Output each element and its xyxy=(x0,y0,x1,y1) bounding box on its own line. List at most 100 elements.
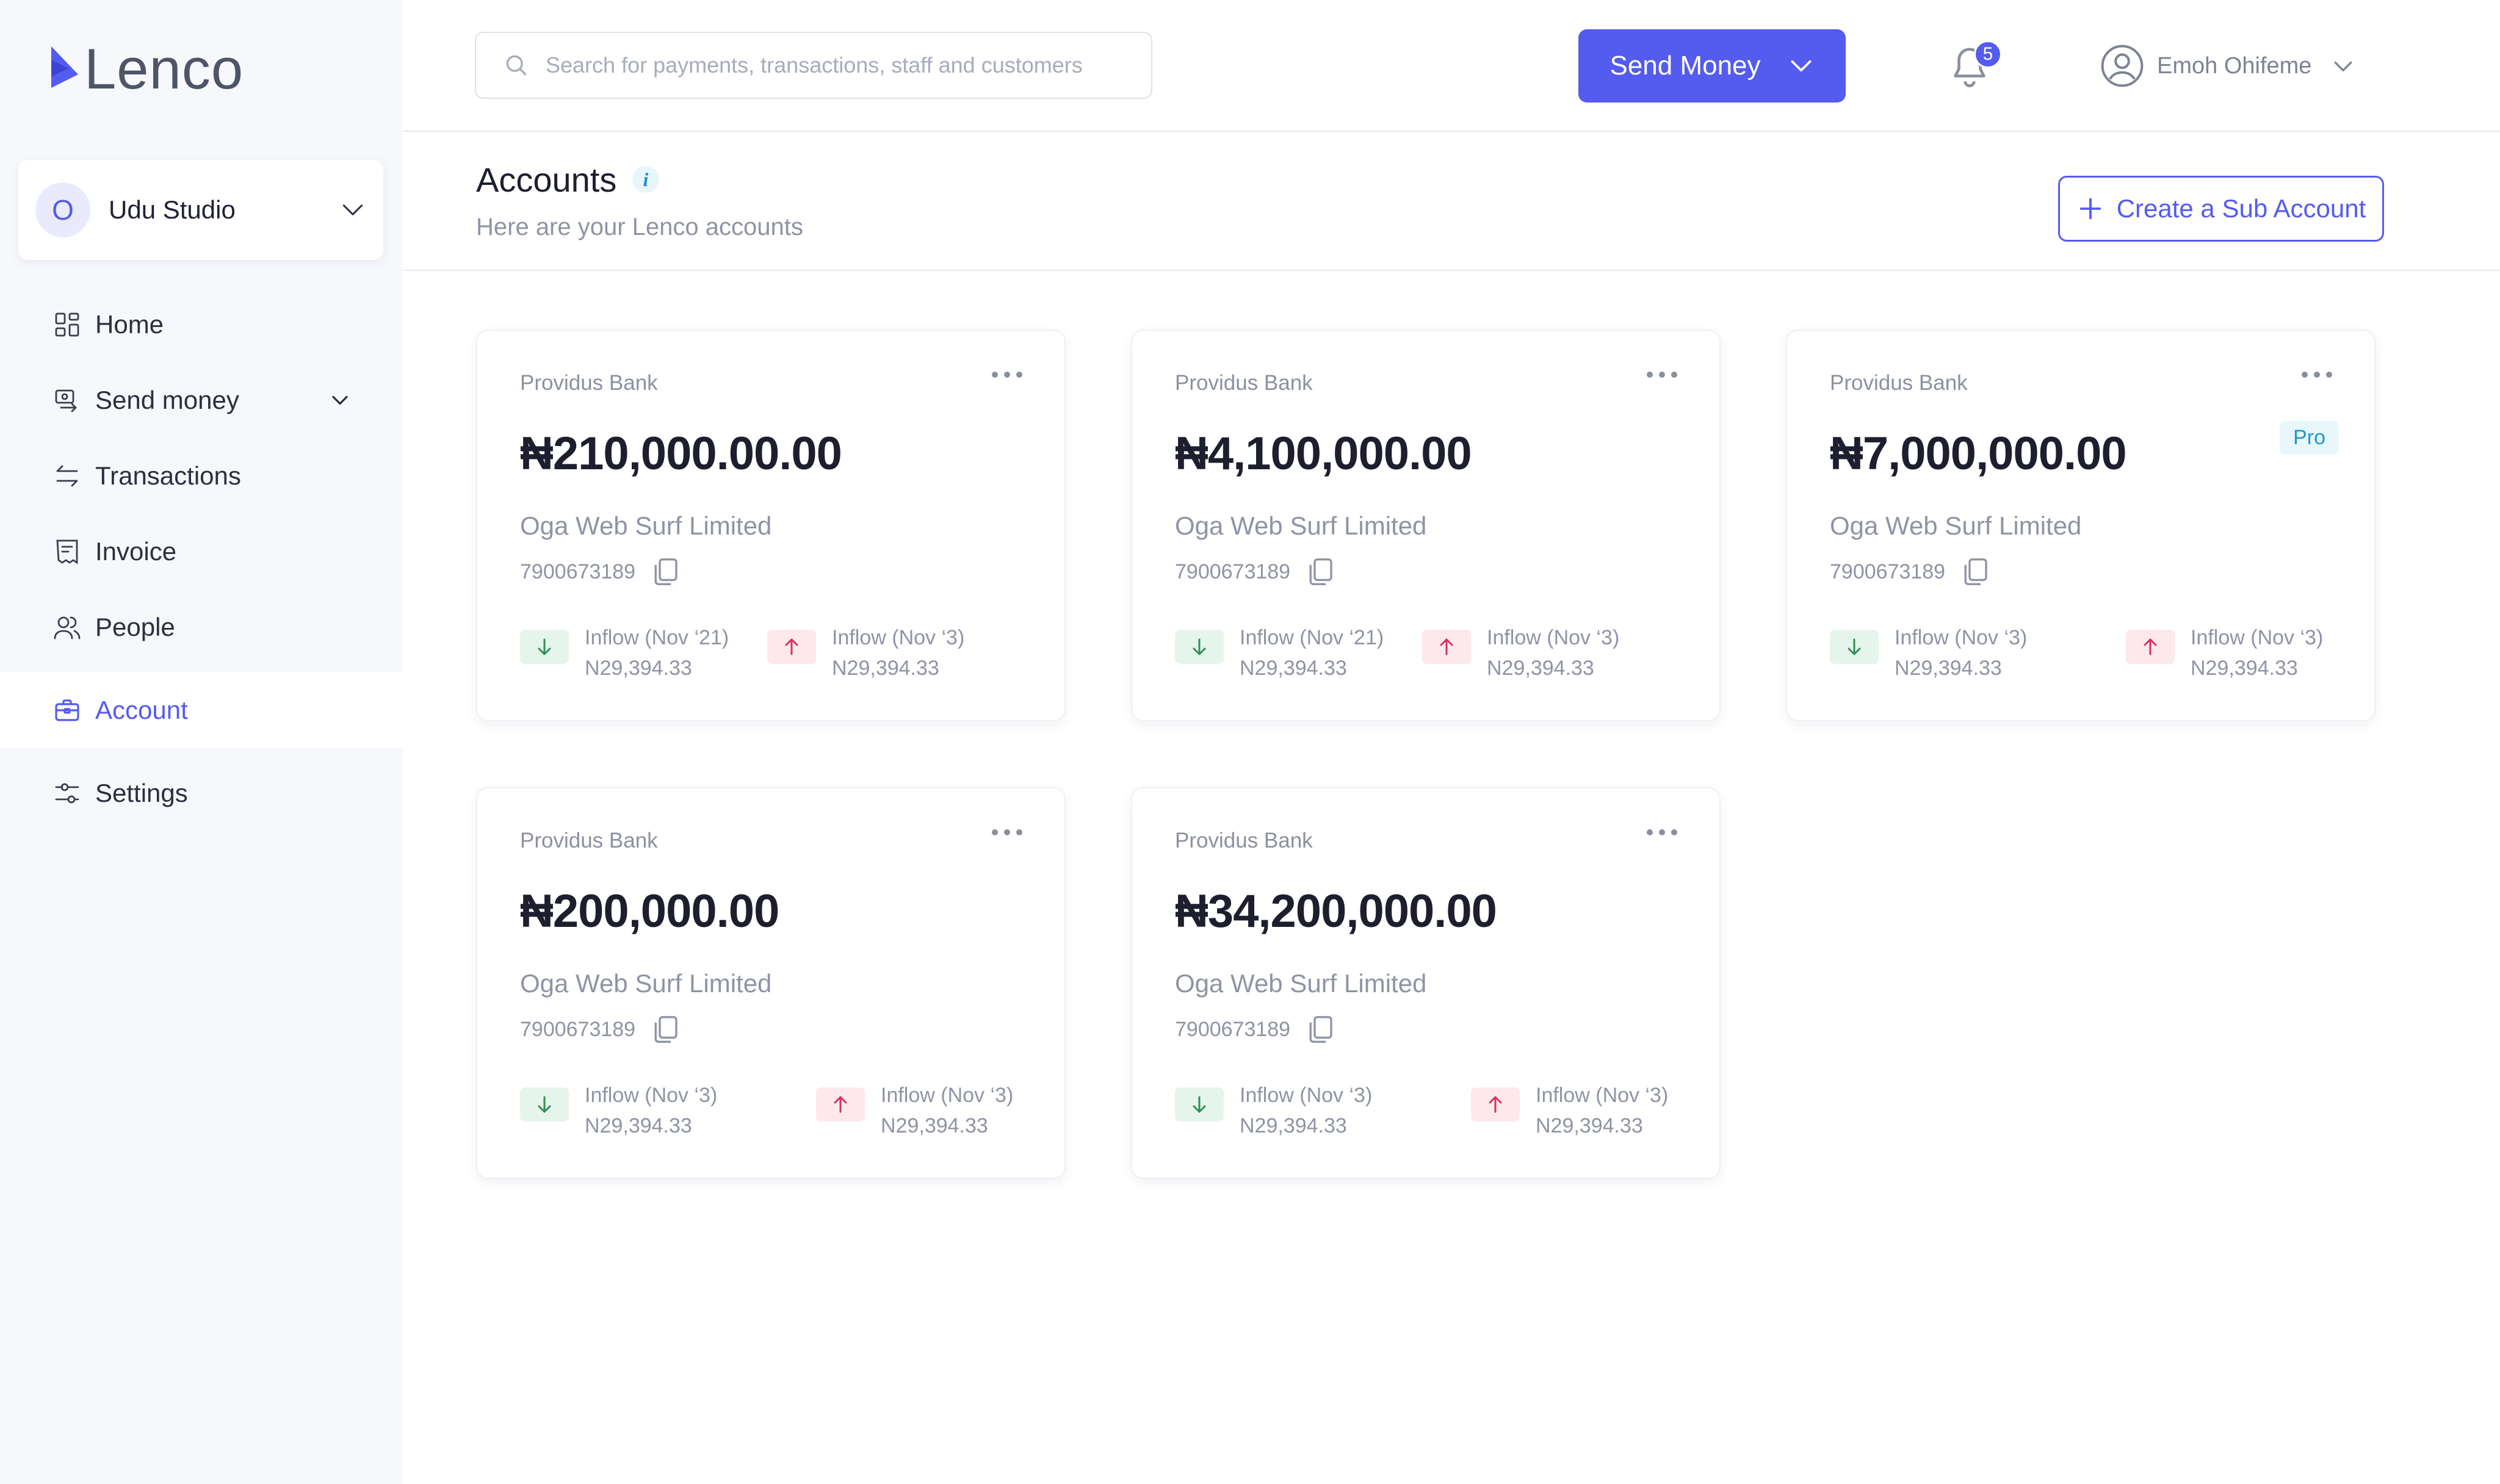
arrow-down-icon xyxy=(1193,638,1206,655)
inflow-label: Inflow (Nov ‘3) xyxy=(1240,1084,1373,1107)
inflow-stat: Inflow (Nov ‘21) N29,394.33 xyxy=(1175,622,1384,683)
lenco-logo-icon xyxy=(51,46,78,88)
arrow-up-icon xyxy=(834,1096,847,1113)
bank-name: Providus Bank xyxy=(1175,829,1313,852)
account-card[interactable]: Providus Bank ₦7,000,000.00 Pro Oga Web … xyxy=(1786,330,2375,721)
outflow-badge xyxy=(816,1087,865,1122)
sidebar-item-home[interactable]: Home xyxy=(0,287,403,362)
copy-icon[interactable] xyxy=(1959,555,1992,588)
outflow-label: Inflow (Nov ‘3) xyxy=(2191,626,2324,649)
inflow-stat: Inflow (Nov ‘21) N29,394.33 xyxy=(520,622,729,683)
outflow-badge xyxy=(2126,630,2175,664)
inflow-badge xyxy=(520,1087,569,1122)
chevron-down-icon xyxy=(342,204,363,215)
inflow-stat: Inflow (Nov ‘3) N29,394.33 xyxy=(1830,622,2027,683)
account-number-row: 7900673189 xyxy=(520,1013,682,1046)
sidebar: Lenco O Udu Studio Home Send money Trans… xyxy=(0,0,403,1484)
copy-icon[interactable] xyxy=(649,1013,682,1046)
more-options-icon[interactable] xyxy=(2299,366,2335,383)
account-number: 7900673189 xyxy=(1175,1017,1291,1041)
account-number-row: 7900673189 xyxy=(1830,555,1992,588)
account-card[interactable]: Providus Bank ₦200,000.00 Oga Web Surf L… xyxy=(476,787,1066,1179)
create-sub-account-button[interactable]: Create a Sub Account xyxy=(2058,176,2384,242)
page-subtitle: Here are your Lenco accounts xyxy=(476,214,803,240)
sidebar-item-transactions[interactable]: Transactions xyxy=(0,438,403,514)
copy-icon[interactable] xyxy=(1304,1013,1337,1046)
sidebar-item-send-money[interactable]: Send money xyxy=(0,362,403,438)
account-card[interactable]: Providus Bank ₦34,200,000.00 Oga Web Sur… xyxy=(1131,787,1721,1179)
more-options-icon[interactable] xyxy=(989,824,1025,841)
account-holder: Oga Web Surf Limited xyxy=(1175,511,1427,540)
copy-icon[interactable] xyxy=(1304,555,1337,588)
user-menu[interactable]: Emoh Ohifeme xyxy=(2100,39,2357,93)
inflow-value: N29,394.33 xyxy=(1895,657,2002,680)
lenco-logo[interactable]: Lenco xyxy=(50,40,244,98)
arrow-down-icon xyxy=(538,638,551,655)
account-balance: ₦200,000.00 xyxy=(520,885,779,937)
account-balance: ₦4,100,000.00 xyxy=(1175,428,1472,480)
account-balance: ₦7,000,000.00 xyxy=(1830,428,2127,480)
copy-icon[interactable] xyxy=(649,555,682,588)
account-number-row: 7900673189 xyxy=(1175,555,1337,588)
send-money-button[interactable]: Send Money xyxy=(1578,29,1846,103)
create-sub-account-label: Create a Sub Account xyxy=(2116,194,2366,223)
page-header: Accounts i Here are your Lenco accounts … xyxy=(403,132,2500,271)
search-input[interactable] xyxy=(546,52,1132,78)
account-holder: Oga Web Surf Limited xyxy=(1175,969,1427,998)
send-money-label: Send Money xyxy=(1609,51,1761,81)
account-card[interactable]: Providus Bank ₦4,100,000.00 Oga Web Surf… xyxy=(1131,330,1721,721)
sidebar-item-label: Settings xyxy=(95,779,188,807)
bank-name: Providus Bank xyxy=(1830,371,1968,395)
arrow-down-icon xyxy=(1193,1096,1206,1113)
info-icon[interactable]: i xyxy=(632,166,659,193)
inflow-badge xyxy=(520,630,569,664)
inflow-value: N29,394.33 xyxy=(1240,1114,1347,1137)
sidebar-nav: Home Send money Transactions Invoice Peo… xyxy=(0,287,403,831)
more-options-icon[interactable] xyxy=(1644,366,1680,383)
sidebar-item-label: People xyxy=(95,613,175,641)
grid-icon xyxy=(55,312,79,337)
sidebar-item-account[interactable]: Account xyxy=(0,672,403,748)
account-number-row: 7900673189 xyxy=(1175,1013,1337,1046)
search-icon xyxy=(506,55,527,76)
more-options-icon[interactable] xyxy=(1644,824,1680,841)
outflow-stat: Inflow (Nov ‘3) N29,394.33 xyxy=(2126,622,2323,683)
notifications-button[interactable]: 5 xyxy=(1948,40,2002,92)
arrow-up-icon xyxy=(1489,1096,1502,1113)
sidebar-item-label: Invoice xyxy=(95,537,177,566)
user-name: Emoh Ohifeme xyxy=(2157,52,2312,79)
logo-text: Lenco xyxy=(84,37,244,101)
outflow-label: Inflow (Nov ‘3) xyxy=(881,1084,1014,1107)
account-number: 7900673189 xyxy=(520,1017,636,1041)
bank-name: Providus Bank xyxy=(1175,371,1313,395)
briefcase-icon xyxy=(55,699,79,721)
outflow-value: N29,394.33 xyxy=(1536,1114,1643,1137)
sidebar-item-label: Account xyxy=(95,696,188,724)
sidebar-item-label: Send money xyxy=(95,386,239,414)
account-holder: Oga Web Surf Limited xyxy=(1830,511,2082,540)
inflow-label: Inflow (Nov ‘3) xyxy=(1895,626,2028,649)
sidebar-item-settings[interactable]: Settings xyxy=(0,755,403,831)
outflow-value: N29,394.33 xyxy=(881,1114,988,1137)
notification-count-badge: 5 xyxy=(1974,40,2002,68)
search-box[interactable] xyxy=(475,32,1152,99)
outflow-label: Inflow (Nov ‘3) xyxy=(832,626,965,649)
inflow-label: Inflow (Nov ‘3) xyxy=(585,1084,718,1107)
org-switcher[interactable]: O Udu Studio xyxy=(18,160,383,260)
sidebar-item-people[interactable]: People xyxy=(0,589,403,665)
arrow-down-icon xyxy=(1848,638,1861,655)
org-name: Udu Studio xyxy=(109,195,236,224)
pro-badge: Pro xyxy=(2280,421,2339,455)
outflow-value: N29,394.33 xyxy=(2191,657,2298,680)
outflow-stat: Inflow (Nov ‘3) N29,394.33 xyxy=(1471,1080,1668,1141)
account-holder: Oga Web Surf Limited xyxy=(520,969,772,998)
outflow-badge xyxy=(767,630,816,664)
inflow-value: N29,394.33 xyxy=(585,657,692,680)
outflow-stat: Inflow (Nov ‘3) N29,394.33 xyxy=(1422,622,1619,683)
outflow-value: N29,394.33 xyxy=(1487,657,1594,680)
arrow-down-icon xyxy=(538,1096,551,1113)
account-balance: ₦34,200,000.00 xyxy=(1175,885,1497,937)
more-options-icon[interactable] xyxy=(989,366,1025,383)
account-card[interactable]: Providus Bank ₦210,000.00.00 Oga Web Sur… xyxy=(476,330,1066,721)
sidebar-item-invoice[interactable]: Invoice xyxy=(0,514,403,589)
